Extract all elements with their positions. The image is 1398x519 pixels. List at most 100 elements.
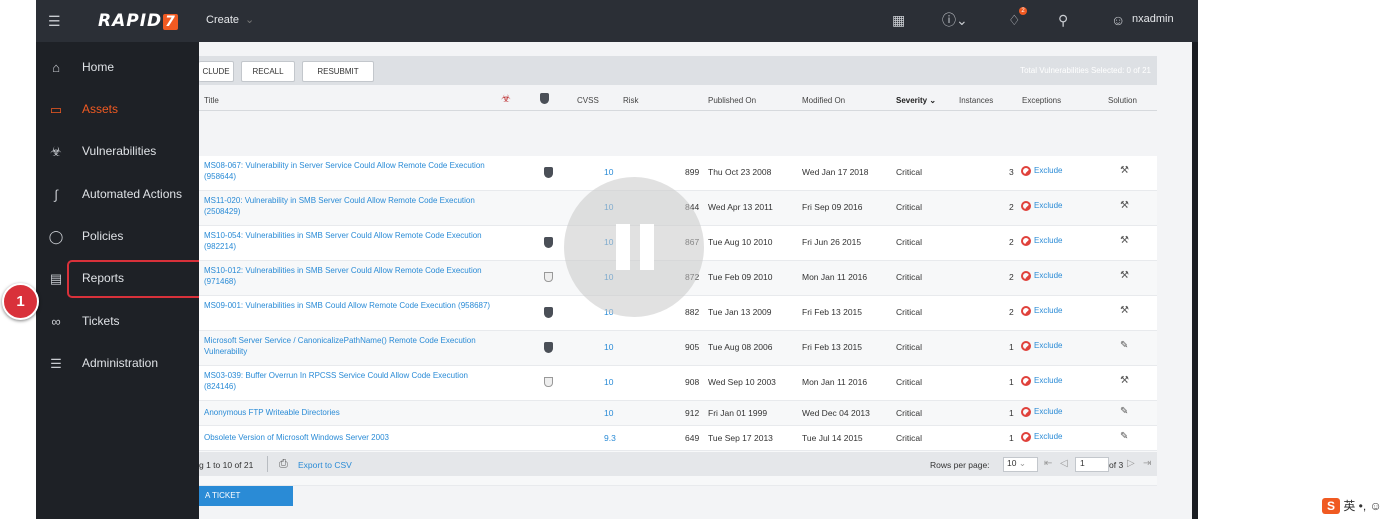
- user-icon[interactable]: ☺: [1111, 12, 1125, 28]
- exclude-action[interactable]: Exclude: [1021, 270, 1062, 281]
- exploit-shield-icon[interactable]: [544, 307, 553, 320]
- page-input[interactable]: 1: [1075, 457, 1109, 472]
- exclude-action[interactable]: Exclude: [1021, 406, 1062, 417]
- cvss-score[interactable]: 10: [604, 167, 613, 177]
- export-csv-icon[interactable]: ⎙: [279, 458, 288, 471]
- help-icon[interactable]: ⓘ⌄: [942, 12, 968, 28]
- exploit-flask-icon[interactable]: [544, 272, 553, 284]
- sidebar-item-label: Administration: [82, 356, 159, 370]
- vulnerability-title-link[interactable]: MS10-054: Vulnerabilities in SMB Server …: [204, 230, 496, 252]
- cvss-score[interactable]: 10: [604, 342, 613, 352]
- create-ticket-button[interactable]: A TICKET: [199, 486, 293, 506]
- create-menu[interactable]: Create ⌄: [206, 13, 254, 26]
- wrench-icon[interactable]: ⚒: [1120, 375, 1129, 386]
- wrench-icon[interactable]: ⚒: [1120, 270, 1129, 281]
- next-page-icon[interactable]: ▷: [1127, 458, 1135, 469]
- cvss-score[interactable]: 10: [604, 408, 613, 418]
- sidebar-item-automated-actions[interactable]: ∫ Automated Actions: [36, 175, 201, 215]
- notification-badge: 2: [1019, 7, 1027, 15]
- sidebar-item-administration[interactable]: ☰ Administration: [36, 344, 201, 384]
- exclude-action[interactable]: Exclude: [1021, 165, 1062, 176]
- cvss-score[interactable]: 10: [604, 377, 613, 387]
- header-severity[interactable]: Severity ⌄: [896, 96, 936, 105]
- pencil-icon[interactable]: ✎: [1120, 406, 1128, 417]
- exploit-shield-icon[interactable]: [544, 167, 553, 180]
- previous-page-icon[interactable]: ◁: [1060, 458, 1068, 469]
- exclude-action[interactable]: Exclude: [1021, 305, 1062, 316]
- vulnerability-title-link[interactable]: MS11-020: Vulnerability in SMB Server Co…: [204, 195, 496, 217]
- last-page-icon[interactable]: ⇥: [1143, 458, 1151, 469]
- top-bar: ☰ RAPID 7 Create ⌄ ▦ ⓘ⌄ ♢ 2 ⚲ ☺ nxadmin: [36, 0, 1198, 42]
- first-page-icon[interactable]: ⇤: [1044, 458, 1052, 469]
- instances-count[interactable]: 1: [1009, 433, 1014, 443]
- sidebar-item-assets[interactable]: ▭ Assets: [36, 90, 201, 130]
- header-published[interactable]: Published On: [708, 96, 756, 105]
- resubmit-button[interactable]: RESUBMIT: [302, 61, 374, 82]
- exclude-action[interactable]: Exclude: [1021, 200, 1062, 211]
- cvss-score[interactable]: 9.3: [604, 433, 616, 443]
- vulnerability-title-link[interactable]: MS09-001: Vulnerabilities in SMB Could A…: [204, 300, 496, 311]
- instances-count[interactable]: 2: [1009, 237, 1014, 247]
- exploit-header-icon[interactable]: [540, 93, 549, 106]
- list-icon: ☰: [50, 356, 62, 371]
- exploit-shield-icon[interactable]: [544, 237, 553, 250]
- user-name[interactable]: nxadmin: [1132, 13, 1174, 25]
- recall-button[interactable]: RECALL: [241, 61, 295, 82]
- malware-header-icon[interactable]: ☣: [501, 92, 511, 105]
- exclude-action[interactable]: Exclude: [1021, 235, 1062, 246]
- exploit-shield-icon[interactable]: [544, 342, 553, 355]
- wrench-icon[interactable]: ⚒: [1120, 305, 1129, 316]
- table-row[interactable]: Obsolete Version of Microsoft Windows Se…: [199, 426, 1157, 451]
- wrench-icon[interactable]: ⚒: [1120, 235, 1129, 246]
- instances-count[interactable]: 1: [1009, 377, 1014, 387]
- sidebar-item-label: Reports: [82, 271, 125, 285]
- exclude-action[interactable]: Exclude: [1021, 375, 1062, 386]
- header-modified[interactable]: Modified On: [802, 96, 845, 105]
- header-solution[interactable]: Solution: [1108, 96, 1137, 105]
- vulnerability-title-link[interactable]: MS10-012: Vulnerabilities in SMB Server …: [204, 265, 496, 287]
- export-csv-link[interactable]: Export to CSV: [298, 460, 352, 470]
- total-selected: Total Vulnerabilities Selected: 0 of 21: [1020, 66, 1151, 75]
- exclude-button[interactable]: CLUDE: [199, 61, 234, 82]
- wrench-icon[interactable]: ⚒: [1120, 200, 1129, 211]
- rapid7-logo[interactable]: RAPID 7: [98, 11, 178, 31]
- vulnerability-title-link[interactable]: Anonymous FTP Writeable Directories: [204, 407, 496, 418]
- wrench-icon[interactable]: ⚒: [1120, 165, 1129, 176]
- calendar-icon[interactable]: ▦: [892, 12, 905, 28]
- instances-count[interactable]: 2: [1009, 202, 1014, 212]
- search-icon[interactable]: ⚲: [1058, 12, 1068, 28]
- instances-count[interactable]: 2: [1009, 272, 1014, 282]
- vulnerability-title-link[interactable]: Obsolete Version of Microsoft Windows Se…: [204, 432, 496, 443]
- sidebar-item-vulnerabilities[interactable]: ☣ Vulnerabilities: [36, 132, 201, 172]
- table-row[interactable]: MS03-039: Buffer Overrun In RPCSS Servic…: [199, 366, 1157, 401]
- video-pause-overlay[interactable]: [564, 177, 704, 317]
- header-exceptions[interactable]: Exceptions: [1022, 96, 1061, 105]
- ime-toolbar[interactable]: S 英 •, ☺: [1322, 497, 1382, 514]
- sidebar-item-home[interactable]: ⌂ Home: [36, 48, 201, 88]
- vulnerability-title-link[interactable]: MS08-067: Vulnerability in Server Servic…: [204, 160, 496, 182]
- instances-count[interactable]: 3: [1009, 167, 1014, 177]
- vulnerability-title-link[interactable]: MS03-039: Buffer Overrun In RPCSS Servic…: [204, 370, 496, 392]
- exclude-action[interactable]: Exclude: [1021, 431, 1062, 442]
- bell-icon[interactable]: ♢: [1008, 12, 1021, 28]
- pencil-icon[interactable]: ✎: [1120, 340, 1128, 351]
- pencil-icon[interactable]: ✎: [1120, 431, 1128, 442]
- exploit-flask-icon[interactable]: [544, 377, 553, 389]
- rows-per-page-select[interactable]: 10 ⌄: [1003, 457, 1038, 472]
- sidebar-item-policies[interactable]: ◯ Policies: [36, 217, 201, 257]
- table-row[interactable]: Anonymous FTP Writeable Directories 10 912…: [199, 401, 1157, 426]
- sidebar-item-tickets[interactable]: ∞ Tickets: [36, 302, 201, 342]
- header-cvss[interactable]: CVSS: [577, 96, 599, 105]
- exclude-action[interactable]: Exclude: [1021, 340, 1062, 351]
- header-instances[interactable]: Instances: [959, 96, 993, 105]
- table-row[interactable]: MS08-067: Vulnerability in Server Servic…: [199, 156, 1157, 191]
- header-risk[interactable]: Risk: [623, 96, 639, 105]
- instances-count[interactable]: 1: [1009, 408, 1014, 418]
- exclude-label: Exclude: [1034, 432, 1063, 442]
- vulnerability-title-link[interactable]: Microsoft Server Service / CanonicalizeP…: [204, 335, 496, 357]
- table-row[interactable]: Microsoft Server Service / CanonicalizeP…: [199, 331, 1157, 366]
- hamburger-menu-icon[interactable]: ☰: [48, 14, 64, 28]
- header-title[interactable]: Title: [204, 96, 219, 105]
- instances-count[interactable]: 1: [1009, 342, 1014, 352]
- instances-count[interactable]: 2: [1009, 307, 1014, 317]
